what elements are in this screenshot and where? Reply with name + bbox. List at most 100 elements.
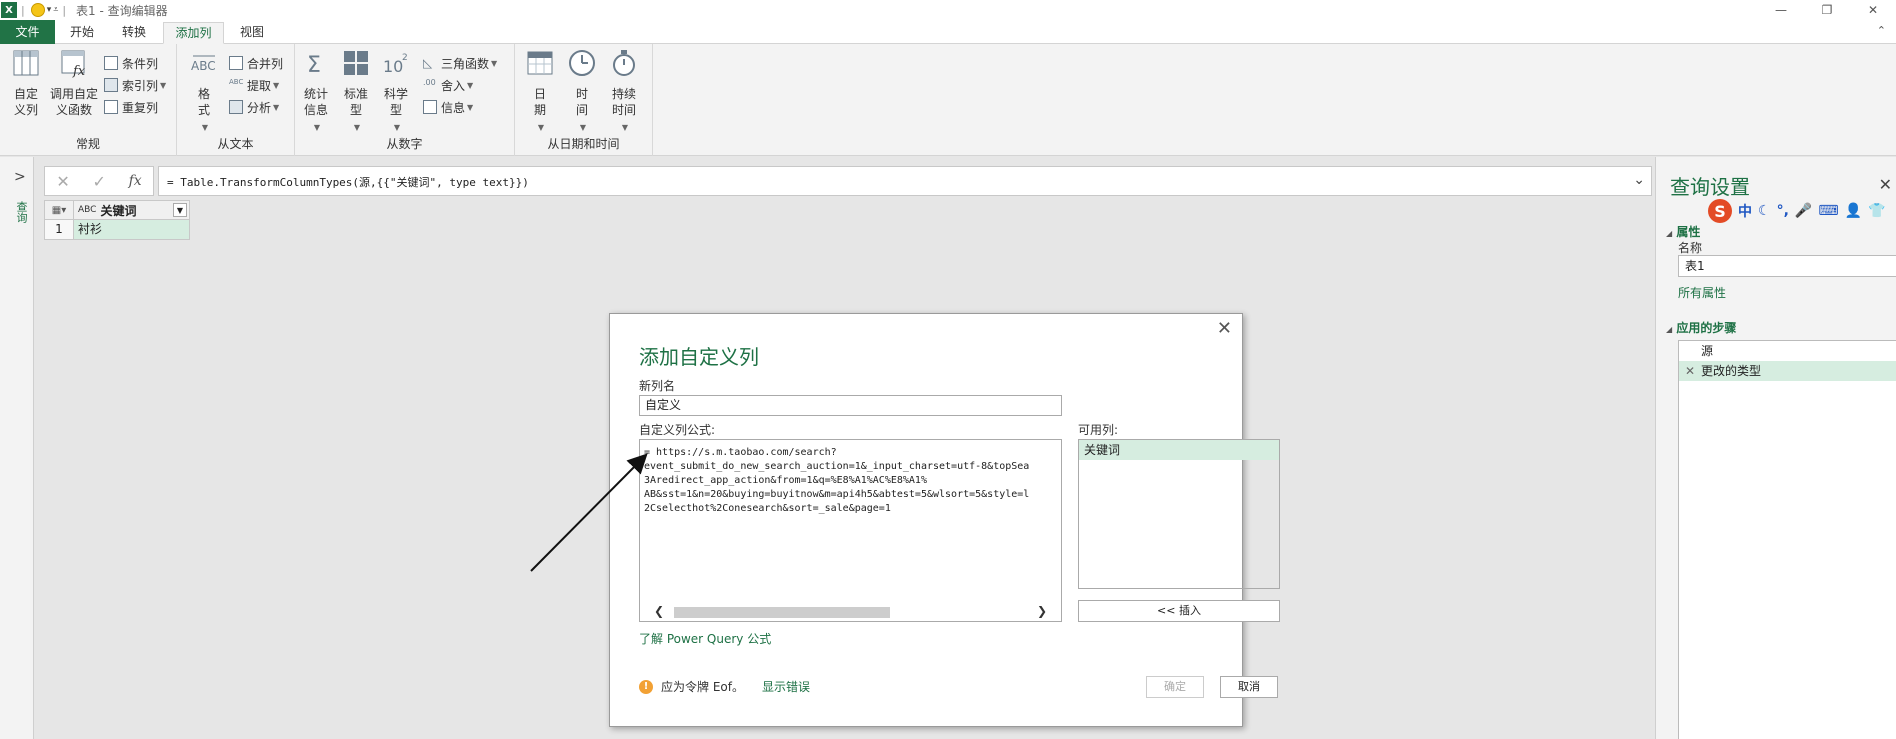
confirm-formula-icon[interactable]: ✓	[92, 172, 105, 191]
keyboard-icon[interactable]: ⌨	[1818, 203, 1838, 219]
chevron-down-icon: ▼	[273, 80, 280, 90]
scroll-right-icon[interactable]: ❯	[1037, 604, 1047, 618]
horizontal-scrollbar[interactable]: ❮ ❯	[640, 603, 1061, 621]
triangle-icon: ◺	[423, 56, 433, 70]
chevron-down-icon[interactable]: ▾	[47, 5, 52, 15]
show-error-link[interactable]: 显示错误	[762, 678, 810, 695]
window-controls: — ❐ ✕	[1758, 0, 1896, 20]
all-properties-link[interactable]: 所有属性	[1678, 284, 1726, 301]
group-label-from-datetime: 从日期和时间	[547, 137, 620, 151]
insert-button[interactable]: << 插入	[1078, 600, 1280, 622]
data-grid: ▦▾ ABC 关键词 ▼ 1 衬衫	[44, 200, 190, 240]
conditional-column-icon	[104, 56, 118, 70]
arithmetic-icon	[344, 51, 368, 75]
table-cell[interactable]: 衬衫	[74, 220, 190, 240]
custom-column-button[interactable]: 自定 义列	[8, 48, 44, 118]
chevron-down-icon[interactable]: ⌄	[1633, 172, 1645, 188]
format-button[interactable]: ABC 格 式 ▼	[189, 48, 219, 136]
tab-file[interactable]: 文件	[0, 20, 55, 44]
scroll-left-icon[interactable]: ❮	[654, 604, 664, 618]
tab-add-column[interactable]: 添加列	[163, 22, 224, 44]
ribbon: 自定 义列 fx 调用自定 义函数 条件列 索引列 ▼ 重复列 常规 ABC 格…	[0, 44, 1896, 156]
smiley-feedback-icon[interactable]	[30, 3, 45, 17]
customize-quick-access-icon[interactable]: ⩡	[53, 5, 58, 15]
ribbon-tabs: 文件 开始 转换 添加列 视图 ⌃	[0, 20, 1896, 44]
close-icon[interactable]: ✕	[1217, 318, 1232, 339]
fx-icon[interactable]: fx	[129, 173, 142, 189]
trigonometry-button[interactable]: ◺ 三角函数 ▼	[423, 54, 497, 72]
learn-power-query-link[interactable]: 了解 Power Query 公式	[639, 630, 771, 647]
svg-text:2: 2	[402, 53, 408, 63]
group-from-text: ABC 格 式 ▼ 合并列 ABC 提取 ▼ 分析 ▼ 从文本	[177, 44, 295, 156]
cancel-button[interactable]: 取消	[1220, 676, 1278, 698]
chevron-down-icon: ▼	[160, 80, 167, 90]
step-changed-type[interactable]: ✕ 更改的类型	[1679, 361, 1896, 381]
moon-icon[interactable]: ☾	[1758, 203, 1771, 219]
duplicate-column-button[interactable]: 重复列	[104, 98, 158, 116]
formula-editor-text[interactable]: = https://s.m.taobao.com/search? event_s…	[644, 446, 1029, 516]
column-filter-dropdown-icon[interactable]: ▼	[173, 203, 187, 217]
parse-button[interactable]: 分析 ▼	[229, 98, 279, 116]
new-column-name-field[interactable]: 自定义	[639, 395, 1062, 416]
merge-columns-icon	[229, 56, 243, 70]
list-item[interactable]: 关键词	[1079, 440, 1279, 460]
statistics-button[interactable]: Σ 统计 信息 ▼	[301, 48, 331, 136]
properties-section[interactable]: ◢ 属性	[1666, 223, 1700, 240]
standard-button[interactable]: 标准 型 ▼	[341, 48, 371, 136]
custom-formula-editor[interactable]: = https://s.m.taobao.com/search? event_s…	[639, 439, 1062, 622]
queries-vertical-label[interactable]: 查询	[13, 201, 29, 223]
index-column-button[interactable]: 索引列 ▼	[104, 76, 166, 94]
tab-transform[interactable]: 转换	[112, 22, 156, 44]
group-general: 自定 义列 fx 调用自定 义函数 条件列 索引列 ▼ 重复列 常规	[0, 44, 177, 156]
date-button[interactable]: 日 期 ▼	[525, 48, 555, 136]
invoke-custom-function-button[interactable]: fx 调用自定 义函数	[48, 48, 100, 118]
scroll-thumb[interactable]	[674, 607, 890, 618]
title-bar: X | ▾ ⩡ | 表1 - 查询编辑器 — ❐ ✕	[0, 0, 1896, 20]
delete-step-icon[interactable]: ✕	[1685, 361, 1695, 381]
close-window-button[interactable]: ✕	[1850, 0, 1896, 20]
parse-icon	[229, 100, 243, 114]
restore-button[interactable]: ❐	[1804, 0, 1850, 20]
svg-text:fx: fx	[72, 64, 86, 78]
formula-text[interactable]: = Table.TransformColumnTypes(源,{{"关键词", …	[167, 174, 529, 190]
group-label-from-number: 从数字	[386, 137, 423, 151]
query-name-field[interactable]: 表1	[1678, 255, 1896, 277]
group-label-general: 常规	[75, 137, 100, 151]
extract-button[interactable]: ABC 提取 ▼	[229, 76, 279, 94]
column-header-keyword[interactable]: ABC 关键词 ▼	[74, 200, 190, 220]
chinese-mode-icon[interactable]: 中	[1738, 201, 1752, 221]
ok-button[interactable]: 确定	[1146, 676, 1204, 698]
microphone-icon[interactable]: 🎤	[1795, 203, 1812, 219]
table-menu-icon[interactable]: ▦▾	[44, 200, 74, 220]
tab-view[interactable]: 视图	[230, 22, 274, 44]
close-icon[interactable]: ✕	[1879, 175, 1892, 194]
skin-shirt-icon[interactable]: 👕	[1868, 203, 1885, 219]
rounding-button[interactable]: .00 舍入 ▼	[423, 76, 473, 94]
minimize-button[interactable]: —	[1758, 0, 1804, 20]
cancel-formula-icon[interactable]: ✕	[56, 172, 69, 191]
formula-label: 自定义列公式:	[639, 423, 716, 437]
chevron-down-icon: ▼	[353, 123, 361, 132]
format-text-icon: ABC	[191, 55, 216, 73]
scientific-button[interactable]: 10 2 科学 型 ▼	[381, 48, 411, 136]
sogou-ime-logo-icon[interactable]: S	[1708, 199, 1732, 223]
collapse-ribbon-icon[interactable]: ⌃	[1877, 24, 1886, 37]
time-button[interactable]: 时 间 ▼	[567, 48, 597, 136]
window-title: 表1 - 查询编辑器	[76, 3, 168, 18]
formula-bar[interactable]: = Table.TransformColumnTypes(源,{{"关键词", …	[158, 166, 1652, 196]
conditional-column-button[interactable]: 条件列	[104, 54, 158, 72]
step-source[interactable]: 源	[1679, 341, 1896, 361]
user-icon[interactable]: 👤	[1845, 203, 1862, 219]
information-button[interactable]: 信息 ▼	[423, 98, 473, 116]
chevron-down-icon: ▼	[201, 123, 209, 132]
svg-text:10: 10	[383, 57, 403, 76]
query-settings-pane: 查询设置 ✕ S 中 ☾ °, 🎤 ⌨ 👤 👕 ◢ 属性 名称 表1 所有属性 …	[1655, 157, 1896, 739]
duration-button[interactable]: 持续 时间 ▼	[607, 48, 641, 136]
tab-home[interactable]: 开始	[60, 22, 104, 44]
text-type-icon[interactable]: ABC	[78, 205, 96, 215]
expand-queries-chevron-icon[interactable]: >	[14, 169, 26, 185]
applied-steps-section[interactable]: ◢ 应用的步骤	[1666, 319, 1736, 336]
merge-columns-button[interactable]: 合并列	[229, 54, 283, 72]
information-icon	[423, 100, 437, 114]
punctuation-icon[interactable]: °,	[1777, 203, 1789, 219]
